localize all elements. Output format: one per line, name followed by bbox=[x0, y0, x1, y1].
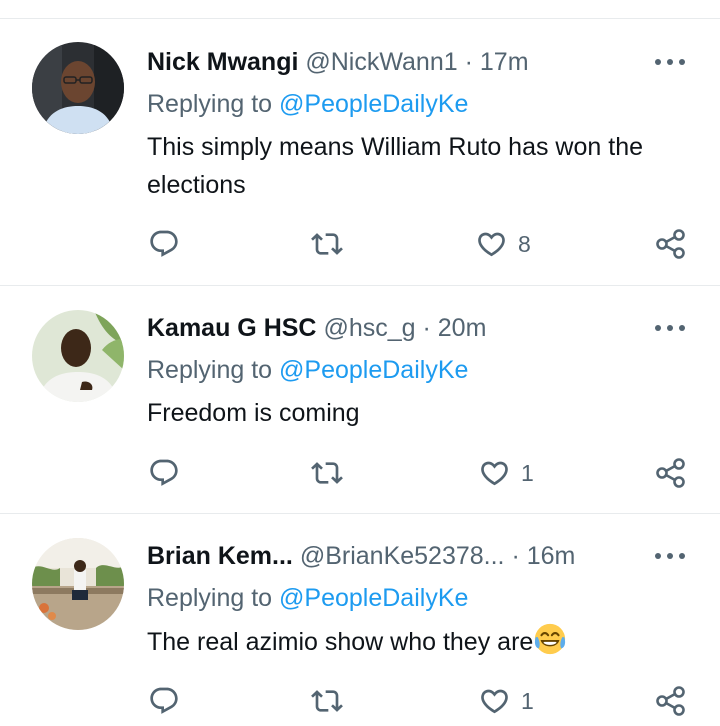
reply-button[interactable] bbox=[148, 684, 180, 718]
timestamp[interactable]: 20m bbox=[438, 314, 487, 342]
separator-dot: · bbox=[464, 48, 473, 76]
replying-to: Replying to @PeopleDailyKe bbox=[147, 88, 468, 120]
share-button[interactable] bbox=[654, 227, 688, 261]
mention-link[interactable]: @PeopleDailyKe bbox=[279, 90, 468, 118]
share-icon bbox=[656, 229, 685, 259]
like-button[interactable]: 1 bbox=[478, 684, 534, 718]
user-handle[interactable]: @NickWann1 bbox=[305, 48, 457, 76]
reply-icon bbox=[150, 459, 178, 486]
share-button[interactable] bbox=[654, 456, 688, 490]
like-count: 1 bbox=[521, 687, 534, 714]
replying-prefix: Replying to bbox=[147, 90, 273, 118]
mention-link[interactable]: @PeopleDailyKe bbox=[279, 356, 468, 384]
like-button[interactable]: 1 bbox=[478, 456, 534, 490]
reply-icon bbox=[150, 687, 178, 714]
mention-link[interactable]: @PeopleDailyKe bbox=[279, 584, 468, 612]
reply-icon bbox=[150, 230, 178, 257]
retweet-button[interactable] bbox=[310, 456, 344, 490]
replying-prefix: Replying to bbox=[147, 584, 273, 612]
replying-to: Replying to @PeopleDailyKe bbox=[147, 354, 468, 386]
tweet-text: Freedom is coming bbox=[147, 399, 360, 427]
avatar[interactable] bbox=[32, 42, 124, 134]
tweet-header: Nick Mwangi @NickWann1 · 17m bbox=[147, 46, 529, 78]
tweet-text: The real azimio show who they are bbox=[147, 622, 687, 661]
like-icon bbox=[481, 461, 508, 486]
reply-button[interactable] bbox=[148, 227, 180, 261]
replying-to: Replying to @PeopleDailyKe bbox=[147, 582, 468, 614]
tweet-header: Kamau G HSC @hsc_g · 20m bbox=[147, 312, 486, 344]
separator-dot: · bbox=[422, 314, 431, 342]
retweet-button[interactable] bbox=[310, 227, 344, 261]
face-with-tears-of-joy-icon bbox=[535, 623, 566, 655]
more-icon[interactable] bbox=[650, 318, 690, 338]
display-name[interactable]: Kamau G HSC bbox=[147, 314, 316, 342]
share-button[interactable] bbox=[654, 684, 688, 718]
retweet-icon bbox=[311, 233, 343, 255]
tweet[interactable]: Kamau G HSC @hsc_g · 20m Replying to @Pe… bbox=[0, 286, 720, 514]
replying-prefix: Replying to bbox=[147, 356, 273, 384]
timestamp[interactable]: 16m bbox=[527, 542, 576, 570]
like-icon bbox=[481, 689, 508, 714]
like-count: 8 bbox=[518, 230, 531, 257]
share-icon bbox=[656, 686, 685, 716]
separator-dot: · bbox=[511, 542, 520, 570]
more-icon[interactable] bbox=[650, 546, 690, 566]
tweet-header: Brian Kem... @BrianKe52378... · 16m bbox=[147, 540, 575, 572]
more-icon[interactable] bbox=[650, 52, 690, 72]
timestamp[interactable]: 17m bbox=[480, 48, 529, 76]
tweet-text: This simply means William Ruto has won t… bbox=[147, 133, 643, 199]
retweet-icon bbox=[311, 462, 343, 484]
tweet[interactable]: Brian Kem... @BrianKe52378... · 16m Repl… bbox=[0, 514, 720, 726]
reply-button[interactable] bbox=[148, 456, 180, 490]
display-name[interactable]: Brian Kem... bbox=[147, 542, 293, 570]
share-icon bbox=[656, 458, 685, 488]
like-count: 1 bbox=[521, 459, 534, 486]
display-name[interactable]: Nick Mwangi bbox=[147, 48, 298, 76]
retweet-button[interactable] bbox=[310, 684, 344, 718]
avatar[interactable] bbox=[32, 310, 124, 402]
like-button[interactable]: 8 bbox=[475, 227, 531, 261]
tweet[interactable]: Nick Mwangi @NickWann1 · 17m Replying to… bbox=[0, 0, 720, 286]
user-handle[interactable]: @BrianKe52378... bbox=[300, 542, 505, 570]
user-handle[interactable]: @hsc_g bbox=[323, 314, 415, 342]
avatar[interactable] bbox=[32, 538, 124, 630]
tweet-text-content: The real azimio show who they are bbox=[147, 628, 534, 656]
retweet-icon bbox=[311, 690, 343, 712]
like-icon bbox=[478, 232, 505, 257]
